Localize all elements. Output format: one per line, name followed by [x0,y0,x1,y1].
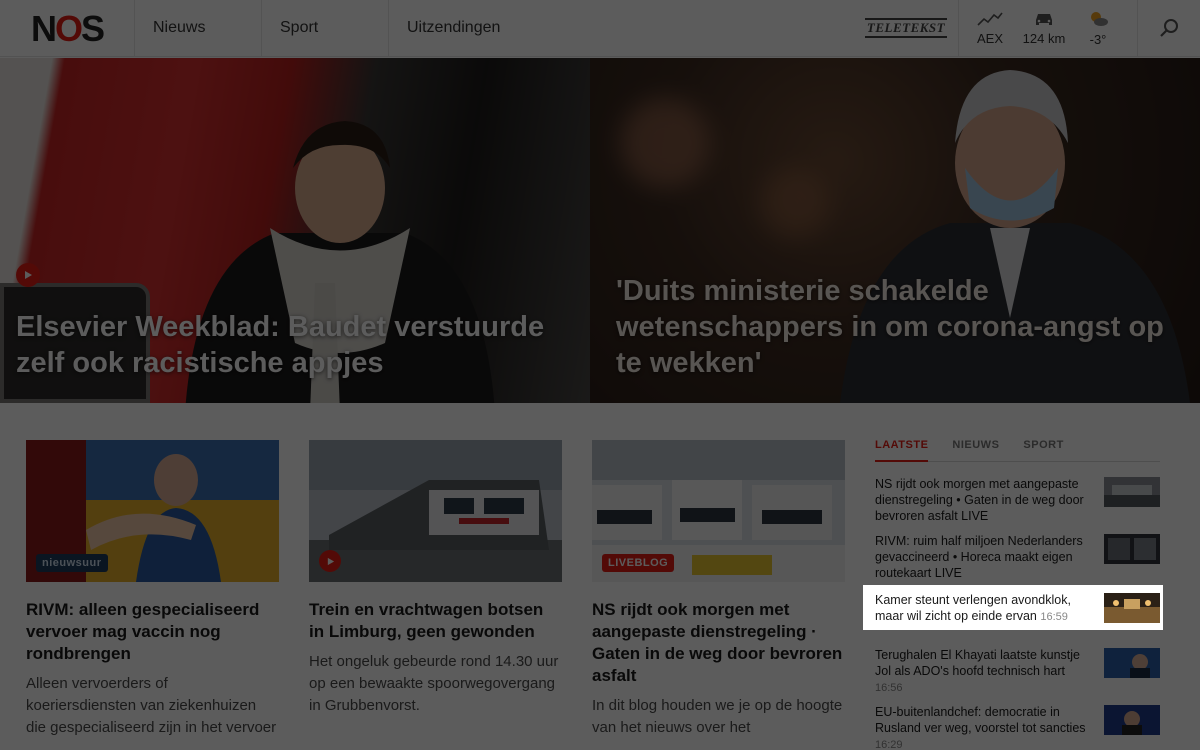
logo-text: NOS [30,7,105,49]
tab-sport[interactable]: SPORT [1023,438,1063,462]
hero-article-right[interactable]: 'Duits ministerie schakelde wetenschappe… [590,58,1200,403]
bokeh-light [620,98,710,188]
play-triangle-icon [327,557,334,565]
weather-widget[interactable]: -3° [1073,0,1123,56]
list-item-title: Terughalen El Khayati laatste kunstje Jo… [875,648,1080,678]
hero-right-title[interactable]: 'Duits ministerie schakelde wetenschappe… [616,273,1180,381]
nos-logo[interactable]: NOS [0,0,135,57]
video-play-icon[interactable] [319,550,341,572]
thumbnail-image [1104,705,1160,735]
hero-article-left[interactable]: Elsevier Weekblad: Baudet verstuurde zel… [0,58,590,403]
thumbnail-image [1104,477,1160,507]
list-item[interactable]: Terughalen El Khayati laatste kunstje Jo… [875,647,1160,700]
nav-nieuws[interactable]: Nieuws [135,0,262,56]
list-item-thumbnail [1104,593,1160,623]
nieuwsuur-tag: nieuwsuur [36,554,108,572]
hero-left-title[interactable]: Elsevier Weekblad: Baudet verstuurde zel… [16,309,570,381]
traffic-widget[interactable]: 124 km [1019,0,1069,56]
list-item-time: 16:29 [875,739,903,750]
search-button[interactable] [1138,0,1200,56]
logo-letter: O [54,7,83,49]
card-description: Het ongeluk gebeurde rond 14.30 uur op e… [309,653,559,714]
tab-nieuws[interactable]: NIEUWS [952,438,999,462]
article-card[interactable]: Trein en vrachtwagen botsen in Limburg, … [309,440,562,739]
card-image: LIVEBLOG [592,440,845,582]
card-image [309,440,562,582]
list-item[interactable]: NS rijdt ook morgen met aangepaste diens… [875,476,1160,529]
temperature-label: -3° [1089,31,1107,47]
card-title[interactable]: RIVM: alleen gespecialiseerd vervoer mag… [26,599,279,665]
stocks-icon [977,12,1003,26]
list-item[interactable]: RIVM: ruim half miljoen Nederlanders gev… [875,533,1160,586]
hero-section: Elsevier Weekblad: Baudet verstuurde zel… [0,58,1200,403]
thumbnail-image [1104,593,1160,623]
video-play-icon[interactable] [16,263,40,287]
list-item-title: NS rijdt ook morgen met aangepaste diens… [875,477,1084,523]
teletekst-link[interactable]: TELETEKST [854,0,959,56]
traffic-label: 124 km [1022,30,1066,46]
car-icon [1036,13,1052,25]
card-description: In dit blog houden we je op de hoogte va… [592,697,843,736]
highlighted-list-item[interactable]: Kamer steunt verlengen avondklok, maar w… [863,585,1163,630]
nav-uitzendingen[interactable]: Uitzendingen [389,0,569,56]
thumbnail-image [1104,534,1160,564]
logo-letter: S [81,7,105,49]
list-item-thumbnail [1104,648,1160,678]
article-cards: nieuwsuur RIVM: alleen gespecialiseerd v… [26,440,845,739]
list-item-thumbnail [1104,534,1160,564]
article-card[interactable]: LIVEBLOG NS rijdt ook morgen met aangepa… [592,440,845,739]
list-item-thumbnail [1104,477,1160,507]
card-title[interactable]: NS rijdt ook morgen met aangepaste diens… [592,599,845,687]
sidebar-tabs: LAATSTE NIEUWS SPORT [875,438,1160,462]
article-card[interactable]: nieuwsuur RIVM: alleen gespecialiseerd v… [26,440,279,739]
liveblog-tag: LIVEBLOG [602,554,675,572]
list-item-time: 16:56 [875,682,903,694]
top-nav-bar: NOS Nieuws Sport Uitzendingen TELETEKST … [0,0,1200,57]
aex-label: AEX [976,30,1003,46]
list-item-title: EU-buitenlandchef: democratie in Rusland… [875,705,1086,735]
list-item-thumbnail [1104,705,1160,735]
logo-letter: N [30,7,57,49]
list-item-title: RIVM: ruim half miljoen Nederlanders gev… [875,534,1083,580]
thumbnail-image [1104,648,1160,678]
card-title[interactable]: Trein en vrachtwagen botsen in Limburg, … [309,599,562,643]
tab-laatste[interactable]: LAATSTE [875,438,929,462]
weather-icon [1091,11,1108,26]
nav-sport[interactable]: Sport [262,0,389,56]
search-icon [1160,19,1178,37]
card-description: Alleen vervoerders of koeriersdiensten v… [26,675,277,736]
list-item-time: 16:59 [1040,611,1068,623]
card-image: nieuwsuur [26,440,279,582]
train-crash-image [309,440,562,582]
play-triangle-icon [25,271,32,279]
teletekst-label: TELETEKST [864,18,948,38]
list-item[interactable]: EU-buitenlandchef: democratie in Rusland… [875,704,1160,750]
aex-widget[interactable]: AEX [965,0,1015,56]
